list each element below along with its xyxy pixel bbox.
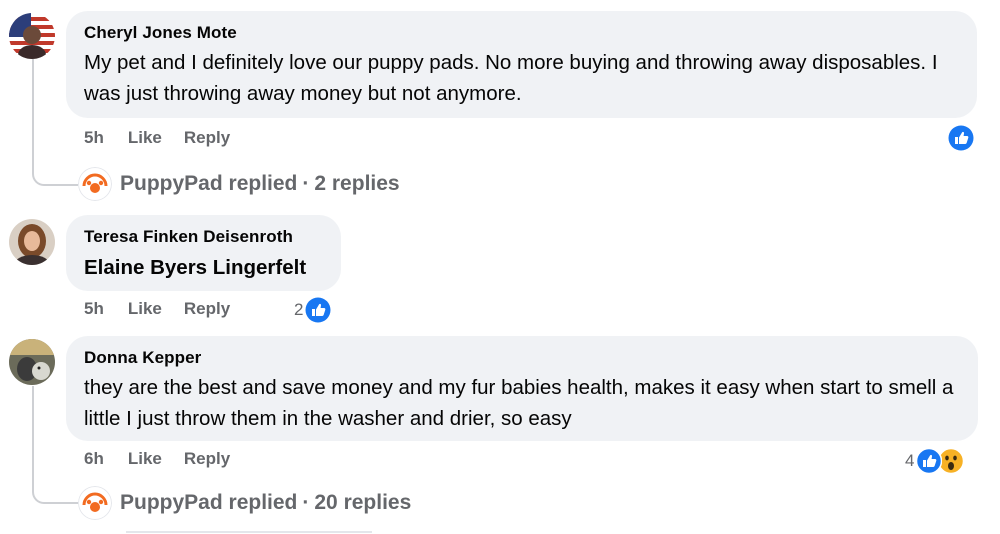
comment-author[interactable]: Cheryl Jones Mote [84,23,959,43]
separator-dot: · [302,172,310,195]
puppypad-logo-icon [78,486,112,520]
comment-text: they are the best and save money and my … [84,376,954,430]
reply-button[interactable]: Reply [184,449,230,469]
comment-author[interactable]: Donna Kepper [84,348,960,368]
replied-by: PuppyPad replied [120,491,298,514]
avatar-donna[interactable] [9,339,55,385]
like-reaction-icon [916,448,943,474]
avatar-teresa[interactable] [9,219,55,265]
reactions[interactable]: 2 [294,297,331,323]
comment-bubble: Teresa Finken Deisenroth Elaine Byers Li… [66,215,341,291]
like-reaction-icon [948,125,974,151]
reply-button[interactable]: Reply [184,299,230,319]
like-reaction-icon [305,297,331,323]
replies-count: 2 replies [314,172,400,195]
puppypad-logo-icon [78,167,112,201]
comment-actions: 5h Like Reply [84,128,252,148]
comment-thread: Cheryl Jones Mote My pet and I definitel… [0,0,1000,534]
divider [126,531,372,533]
comment-timestamp[interactable]: 5h [84,128,104,148]
replies-count: 20 replies [314,491,412,514]
reactions[interactable] [948,125,974,151]
comment-text: My pet and I definitely love our puppy p… [84,51,938,105]
view-replies-link[interactable]: PuppyPad replied · 2 replies [78,167,400,201]
reaction-count: 2 [294,300,304,319]
comment-bubble: Donna Kepper they are the best and save … [66,336,978,441]
avatar-cheryl[interactable] [9,13,55,59]
view-replies-link[interactable]: PuppyPad replied · 20 replies [78,486,411,520]
reactions[interactable]: 4 [905,448,965,474]
like-button[interactable]: Like [128,449,162,469]
comment-text-mention[interactable]: Elaine Byers Lingerfelt [84,252,323,283]
replied-by: PuppyPad replied [120,172,298,195]
comment-author[interactable]: Teresa Finken Deisenroth [84,227,323,247]
reaction-count: 4 [905,451,915,470]
comment-timestamp[interactable]: 6h [84,449,104,469]
comment-actions: 5h Like Reply [84,299,252,319]
like-button[interactable]: Like [128,128,162,148]
like-button[interactable]: Like [128,299,162,319]
comment-timestamp[interactable]: 5h [84,299,104,319]
reply-button[interactable]: Reply [184,128,230,148]
comment-actions: 6h Like Reply [84,449,252,469]
separator-dot: · [302,491,310,514]
comment-bubble: Cheryl Jones Mote My pet and I definitel… [66,11,977,118]
